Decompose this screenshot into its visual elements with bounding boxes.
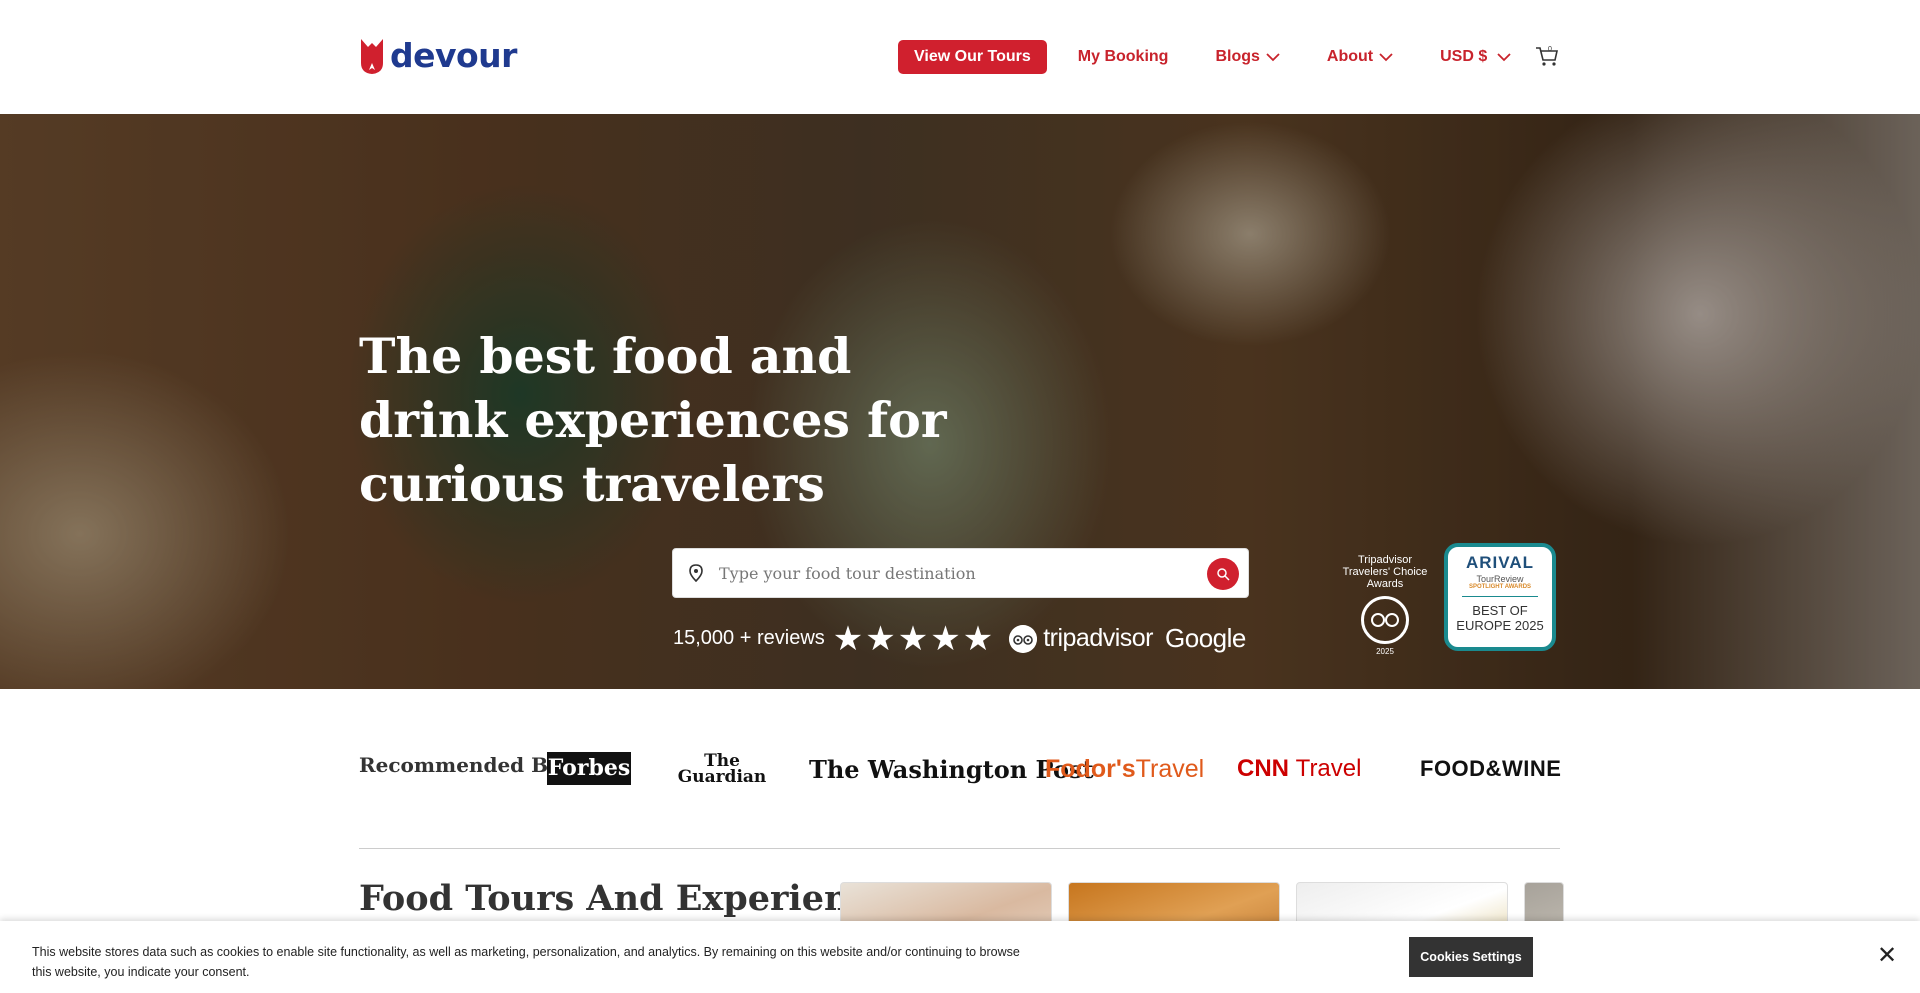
cnn-travel-logo: CNN Travel xyxy=(1237,755,1361,783)
cnn-travel-text: Travel xyxy=(1295,755,1362,782)
location-pin-icon xyxy=(689,564,703,582)
hero-image-overlay xyxy=(0,114,1920,689)
blogs-label: Blogs xyxy=(1215,48,1260,65)
fodors-text: Fodor's xyxy=(1045,755,1136,783)
logo-mark-icon xyxy=(361,38,383,74)
forbes-logo: Forbes xyxy=(547,752,631,785)
devour-logo[interactable]: devour xyxy=(359,36,517,75)
cookies-settings-button[interactable]: Cookies Settings xyxy=(1409,937,1533,977)
my-booking-link[interactable]: My Booking xyxy=(1078,48,1169,66)
tripadvisor-owl-icon xyxy=(1009,624,1038,653)
search-button[interactable] xyxy=(1207,558,1239,590)
tours-section-title: Food Tours And Experiences xyxy=(359,878,913,919)
tripadvisor-award-icon xyxy=(1361,596,1409,644)
section-divider xyxy=(359,848,1560,849)
tripadvisor-logo: tripadvisor xyxy=(1009,624,1154,653)
hero-section: The best food and drink experiences for … xyxy=(0,114,1920,689)
cookie-banner: This website stores data such as cookies… xyxy=(0,921,1920,993)
arival-brand: ARIVAL xyxy=(1465,553,1534,572)
about-menu[interactable]: About xyxy=(1327,48,1393,66)
fodors-travel-logo: Fodor'sTravel xyxy=(1045,755,1204,784)
tripadvisor-award-badge: Tripadvisor Travelers' Choice Awards 202… xyxy=(1340,554,1430,658)
hero-title: The best food and drink experiences for … xyxy=(359,327,947,513)
chevron-down-icon xyxy=(1266,52,1280,61)
main-nav: View Our Tours My Booking Blogs About US… xyxy=(898,40,1511,74)
star-icon: ★ xyxy=(897,619,929,658)
reviews-summary: 15,000 + reviews ★ ★ ★ ★ ★ tripadvisor G… xyxy=(673,619,1246,658)
blogs-menu[interactable]: Blogs xyxy=(1215,48,1280,66)
destination-search-input[interactable] xyxy=(719,558,1189,588)
logo-text: devour xyxy=(390,36,517,75)
destination-search xyxy=(672,548,1249,598)
star-icon: ★ xyxy=(832,619,864,658)
star-icon: ★ xyxy=(962,619,994,658)
search-icon xyxy=(1217,568,1230,581)
arival-award-badge: ARIVAL TourReview SPOTLIGHT AWARDS BEST … xyxy=(1444,543,1556,651)
arival-sub: TourReview xyxy=(1476,574,1524,584)
star-icon: ★ xyxy=(865,619,896,658)
fodors-travel-text: Travel xyxy=(1135,755,1205,783)
tripadvisor-award-text: Tripadvisor Travelers' Choice Awards xyxy=(1342,554,1428,590)
currency-label: USD $ xyxy=(1440,48,1488,65)
chevron-down-icon xyxy=(1497,52,1511,61)
rating-stars: ★ ★ ★ ★ ★ xyxy=(832,619,995,658)
recommended-by-label: Recommended By xyxy=(359,753,560,777)
recommended-by-strip: Recommended By Forbes The Guardian The W… xyxy=(359,745,1562,787)
close-icon[interactable]: ✕ xyxy=(1877,944,1897,968)
cart-icon[interactable]: 0 xyxy=(1535,45,1559,67)
google-logo: Google xyxy=(1165,623,1246,653)
arival-divider xyxy=(1462,596,1538,597)
food-and-wine-logo: FOOD&WINE xyxy=(1420,756,1562,781)
reviews-count: 15,000 + reviews xyxy=(673,627,825,649)
site-header: devour View Our Tours My Booking Blogs A… xyxy=(0,0,1920,114)
cnn-text: CNN xyxy=(1237,755,1289,782)
guardian-logo: The Guardian xyxy=(677,751,767,787)
tripadvisor-text: tripadvisor xyxy=(1043,624,1154,652)
svg-text:0: 0 xyxy=(1548,46,1552,53)
arival-tag: SPOTLIGHT AWARDS xyxy=(1468,584,1532,590)
currency-menu[interactable]: USD $ xyxy=(1440,48,1511,66)
cookie-notice-text: This website stores data such as cookies… xyxy=(32,945,1020,979)
about-label: About xyxy=(1326,48,1374,65)
star-icon: ★ xyxy=(930,619,961,658)
tripadvisor-award-year: 2025 xyxy=(1376,647,1394,656)
view-our-tours-button[interactable]: View Our Tours xyxy=(898,40,1047,74)
arival-title: BEST OF EUROPE 2025 xyxy=(1456,603,1544,633)
my-booking-label: My Booking xyxy=(1077,48,1169,65)
chevron-down-icon xyxy=(1379,52,1393,61)
